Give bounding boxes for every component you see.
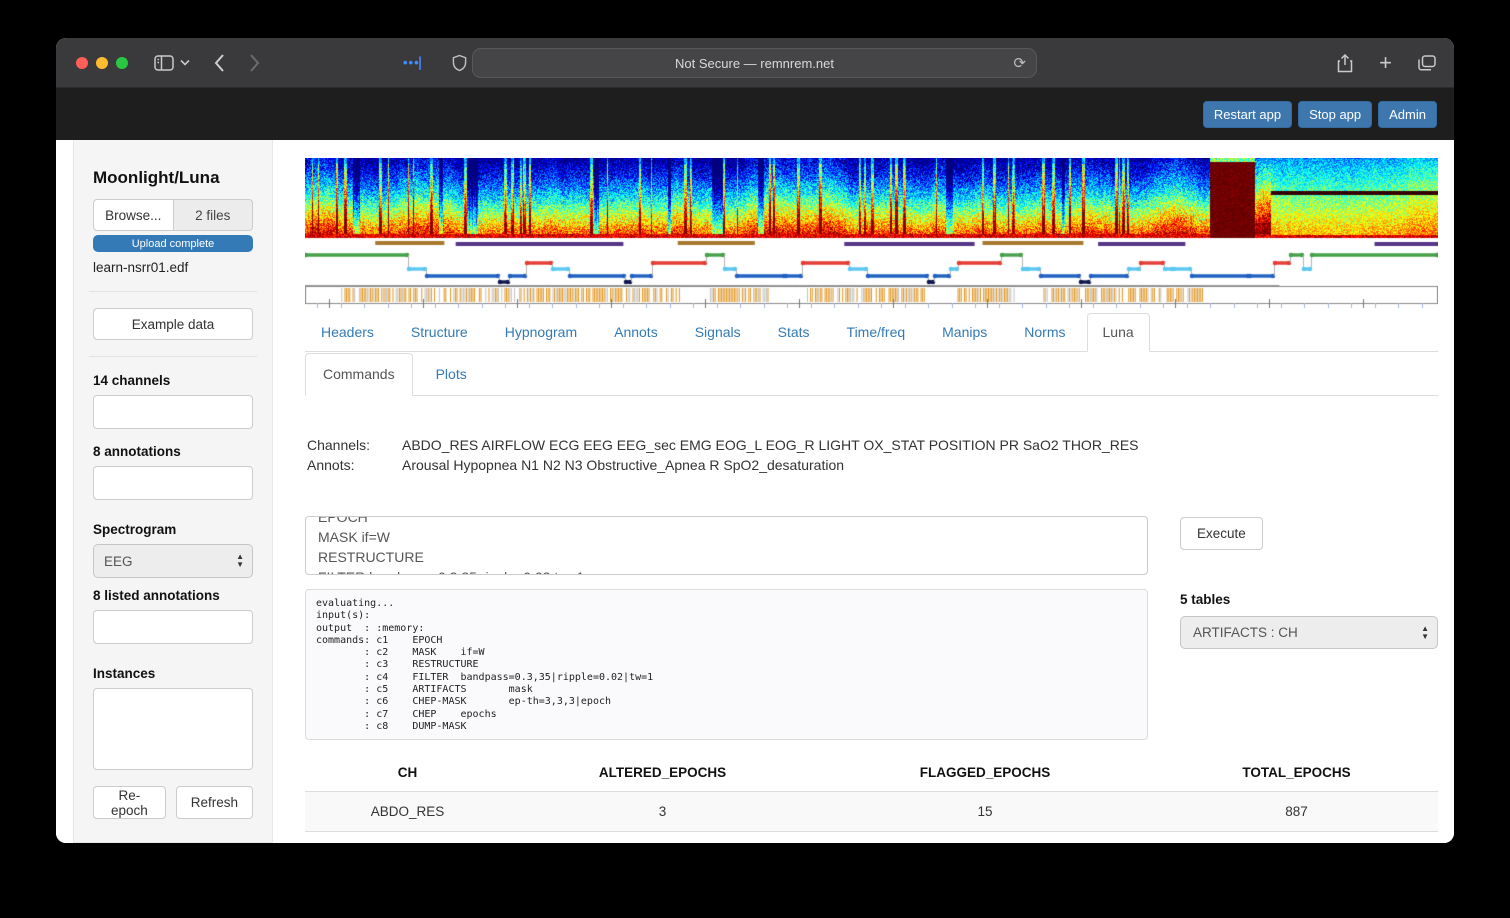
channels-count-label: 14 channels [93,373,171,388]
channels-list: ABDO_RES AIRFLOW ECG EEG EEG_sec EMG EOG… [402,437,1139,453]
dataset-summary: Channels: ABDO_RES AIRFLOW ECG EEG EEG_s… [307,435,1139,475]
address-bar-text: Not Secure — remnrem.net [675,55,834,71]
tab-manips[interactable]: Manips [926,313,1003,351]
forward-button[interactable] [249,53,260,72]
admin-button[interactable]: Admin [1378,100,1437,128]
back-button[interactable] [214,53,225,72]
tables-count-label: 5 tables [1180,592,1231,607]
tab-structure[interactable]: Structure [395,313,484,351]
tab-hypnogram[interactable]: Hypnogram [489,313,593,351]
app-header: Restart app Stop app Admin [56,88,1454,140]
listed-annotations-label: 8 listed annotations [93,588,220,603]
annots-label: Annots: [307,457,355,473]
command-line: RESTRUCTURE [318,549,424,565]
luna-subtab-bar: Commands Plots [305,352,1438,396]
refresh-button[interactable]: Refresh [175,786,253,819]
table-row[interactable]: AIRFLOW 5 0 887 [305,831,1438,843]
tab-stats[interactable]: Stats [762,313,826,351]
re-epoch-button[interactable]: Re-epoch [93,786,166,819]
browser-window: •••⎸ Not Secure — remnrem.net ⟳ + Restar… [56,38,1454,843]
restart-app-button[interactable]: Restart app [1202,100,1293,128]
divider [89,356,257,357]
spectrogram-hypnogram-strip[interactable] [305,158,1438,308]
app-title: Moonlight/Luna [93,168,220,187]
channels-label: Channels: [307,437,371,453]
luna-console-output: evaluating... input(s): output : :memory: c… [305,589,1148,740]
sidebar: Moonlight/Luna Browse... 2 files Upload … [73,140,273,843]
sidebar-toggle-icon[interactable] [154,54,174,71]
tab-luna[interactable]: Luna [1086,313,1150,352]
table-header-row: CH ALTERED_EPOCHS FLAGGED_EPOCHS TOTAL_E… [305,755,1438,792]
browser-toolbar: •••⎸ Not Secure — remnrem.net ⟳ + [56,38,1454,88]
spectrogram-label: Spectrogram [93,522,177,537]
stop-app-button[interactable]: Stop app [1298,100,1373,128]
spectrogram-channel-select[interactable]: EEG ▲ ▼ [93,544,253,578]
reload-icon[interactable]: ⟳ [1013,54,1026,72]
main-content: Headers Structure Hypnogram Annots Signa… [305,158,1438,843]
channels-select-input[interactable] [93,395,253,429]
listed-annotations-input[interactable] [93,610,253,644]
divider [89,291,257,292]
main-tab-bar: Headers Structure Hypnogram Annots Signa… [305,312,1438,352]
close-window-button[interactable] [76,56,88,69]
subtab-plots[interactable]: Plots [418,353,485,395]
select-stepper-icon: ▲ ▼ [236,552,244,569]
address-bar[interactable]: Not Secure — remnrem.net ⟳ [472,48,1037,78]
annotations-select-input[interactable] [93,466,253,500]
output-table-select[interactable]: ARTIFACTS : CH ▲ ▼ [1180,616,1438,649]
files-count-chip: 2 files [173,199,253,231]
privacy-shield-icon[interactable] [452,54,467,72]
upload-progress-bar: Upload complete [93,235,253,252]
chevron-down-icon[interactable] [180,59,190,66]
new-tab-icon[interactable]: + [1379,50,1392,76]
loaded-file-name: learn-nsrr01.edf [93,260,189,275]
minimize-window-button[interactable] [96,56,108,69]
traffic-lights [76,56,128,69]
instances-list[interactable] [93,688,253,770]
zoom-window-button[interactable] [116,56,128,69]
share-icon[interactable] [1337,53,1353,73]
tab-norms[interactable]: Norms [1008,313,1081,351]
annotations-count-label: 8 annotations [93,444,181,459]
command-line: EPOCH [318,516,368,525]
luna-command-textarea[interactable]: EPOCH MASK if=W RESTRUCTURE FILTER bandp… [305,516,1148,575]
browse-button[interactable]: Browse... [93,199,174,231]
example-data-button[interactable]: Example data [93,308,253,340]
table-row[interactable]: ABDO_RES 3 15 887 [305,791,1438,832]
tab-annots[interactable]: Annots [598,313,674,351]
instances-label: Instances [93,666,156,681]
select-stepper-icon: ▲ ▼ [1421,624,1429,641]
tab-timefreq[interactable]: Time/freq [831,313,922,351]
execute-button[interactable]: Execute [1180,517,1263,550]
command-line: FILTER bandpass=0.3,35 ripple=0.02 tw=1 [318,567,1147,574]
command-line: MASK if=W [318,529,390,545]
artifacts-results-table: CH ALTERED_EPOCHS FLAGGED_EPOCHS TOTAL_E… [305,755,1438,843]
subtab-commands[interactable]: Commands [305,353,413,396]
tab-overview-icon[interactable] [1418,55,1436,71]
tab-signals[interactable]: Signals [679,313,757,351]
annots-list: Arousal Hypopnea N1 N2 N3 Obstructive_Ap… [402,457,845,473]
tab-headers[interactable]: Headers [305,313,390,351]
extension-icon[interactable]: •••⎸ [403,55,434,71]
